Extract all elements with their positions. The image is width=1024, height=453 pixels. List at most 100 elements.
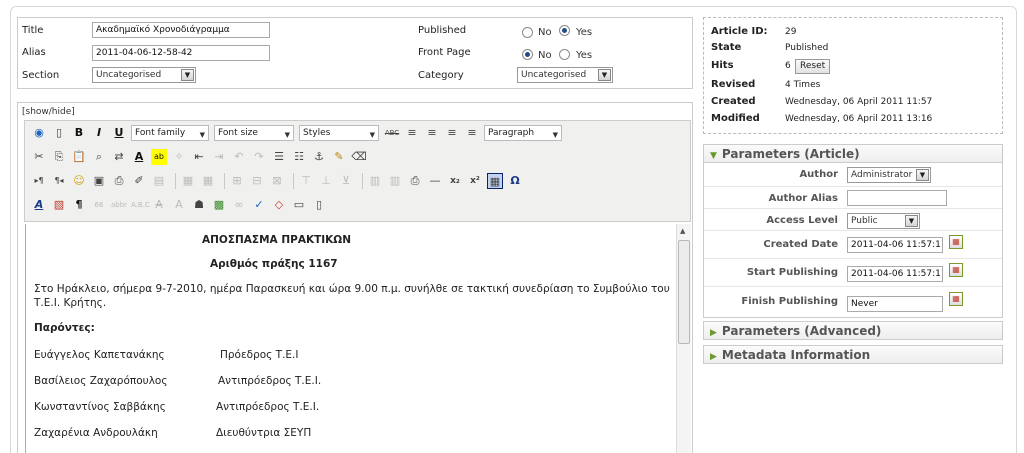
acronym-icon[interactable]: A.B.C bbox=[131, 197, 150, 213]
article-edit-page: Title Ακαδημαϊκό Χρονοδιάγραμμα Alias 20… bbox=[0, 0, 1024, 453]
underline-icon[interactable]: U bbox=[111, 125, 127, 141]
numbered-list-icon[interactable]: ☰ bbox=[271, 149, 287, 165]
anchor-icon[interactable]: ⚓ bbox=[311, 149, 327, 165]
section-label: Section bbox=[22, 70, 60, 81]
section-select[interactable]: Uncategorised ▼ bbox=[92, 67, 196, 83]
strikethrough-icon[interactable]: ABC bbox=[384, 125, 400, 141]
layer-icon[interactable]: ▥ bbox=[367, 173, 383, 189]
font-size-select[interactable]: Font size ▼ bbox=[214, 125, 294, 141]
abbr-icon[interactable]: abbr bbox=[111, 197, 127, 213]
finish-publishing-input[interactable]: Never bbox=[847, 296, 943, 312]
table-icon[interactable]: ▦ bbox=[180, 173, 196, 189]
template-icon[interactable]: ▩ bbox=[211, 197, 227, 213]
created-date-input[interactable]: 2011-04-06 11:57:11 bbox=[847, 237, 943, 253]
alias-input[interactable]: 2011-04-06-12-58-42 bbox=[92, 45, 270, 61]
cleanup-brush-icon[interactable]: ✎ bbox=[331, 149, 347, 165]
layer-props-icon[interactable]: ▥ bbox=[387, 173, 403, 189]
help-icon[interactable]: ◉ bbox=[31, 125, 47, 141]
indent-icon[interactable]: ⇥ bbox=[211, 149, 227, 165]
attributes-icon[interactable]: ☗ bbox=[191, 197, 207, 213]
scrollbar-thumb[interactable] bbox=[678, 240, 690, 344]
special-char-icon[interactable]: Ω bbox=[507, 173, 523, 189]
align-left-icon[interactable]: ≡ bbox=[404, 125, 420, 141]
italic-icon[interactable]: I bbox=[91, 125, 107, 141]
emoticons-icon[interactable]: ☺ bbox=[71, 173, 87, 189]
replace-icon[interactable]: ⇄ bbox=[111, 149, 127, 165]
metadata-information-header[interactable]: ▶ Metadata Information bbox=[703, 345, 1003, 364]
superscript-icon[interactable]: x² bbox=[467, 173, 483, 189]
insert-row-icon[interactable]: ⊤ bbox=[298, 173, 314, 189]
outdent-icon[interactable]: ⇤ bbox=[191, 149, 207, 165]
quote-icon[interactable]: 66 bbox=[91, 197, 107, 213]
parameters-advanced-header[interactable]: ▶ Parameters (Advanced) bbox=[703, 321, 1003, 340]
calendar-icon[interactable]: ▦ bbox=[949, 235, 963, 249]
media-icon[interactable]: ▣ bbox=[91, 173, 107, 189]
show-hide-toggle[interactable]: [show/hide] bbox=[22, 107, 75, 117]
bold-icon[interactable]: B bbox=[71, 125, 87, 141]
align-justify-icon[interactable]: ≡ bbox=[464, 125, 480, 141]
show-blocks-icon[interactable]: ¶ bbox=[71, 197, 87, 213]
scroll-up-icon[interactable]: ▲ bbox=[680, 227, 685, 235]
author-select[interactable]: Administrator ▼ bbox=[847, 167, 931, 183]
reset-hits-button[interactable]: Reset bbox=[795, 59, 831, 74]
insert-image-icon[interactable]: ▤ bbox=[151, 173, 167, 189]
frontpage-no-radio[interactable] bbox=[522, 49, 533, 60]
spellcheck-icon[interactable]: ✓ bbox=[251, 197, 267, 213]
table-cell-icon[interactable]: ⊞ bbox=[229, 173, 245, 189]
cite-icon[interactable]: ▧ bbox=[51, 197, 67, 213]
font-family-select[interactable]: Font family ▼ bbox=[131, 125, 209, 141]
table-row-icon[interactable]: ▦ bbox=[200, 173, 216, 189]
paragraph-format-select[interactable]: Paragraph ▼ bbox=[484, 125, 562, 141]
toolbar-row-4: A ▧ ¶ 66 abbr A.B.C A A ☗ ▩ ∞ ✓ ◇ ▭ ▯ bbox=[31, 195, 331, 215]
pagebreak-icon[interactable]: ▯ bbox=[311, 197, 327, 213]
html-source-icon[interactable]: ◇ bbox=[271, 197, 287, 213]
access-level-select[interactable]: Public ▼ bbox=[847, 213, 920, 229]
ltr-icon[interactable]: ▸¶ bbox=[31, 173, 47, 189]
frontpage-yes-radio[interactable] bbox=[559, 49, 570, 60]
redo-icon[interactable]: ↷ bbox=[251, 149, 267, 165]
bullet-list-icon[interactable]: ☷ bbox=[291, 149, 307, 165]
ins-icon[interactable]: A bbox=[171, 197, 187, 213]
copy-icon[interactable]: ⎘ bbox=[51, 149, 67, 165]
published-no-radio[interactable] bbox=[522, 27, 533, 38]
cut-icon[interactable]: ✂ bbox=[31, 149, 47, 165]
title-input[interactable]: Ακαδημαϊκό Χρονοδιάγραμμα bbox=[92, 22, 270, 38]
undo-icon[interactable]: ↶ bbox=[231, 149, 247, 165]
styles-select[interactable]: Styles ▼ bbox=[299, 125, 379, 141]
del-icon[interactable]: A bbox=[151, 197, 167, 213]
category-select[interactable]: Uncategorised ▼ bbox=[517, 67, 613, 83]
find-icon[interactable]: ⌕ bbox=[91, 149, 107, 165]
insert-column-icon[interactable]: ⊥ bbox=[318, 173, 334, 189]
horizontal-rule-icon[interactable]: — bbox=[427, 173, 443, 189]
editor-content-area[interactable]: ΑΠΟΣΠΑΣΜΑ ΠΡΑΚΤΙΚΩΝ Αριθμός πράξης 1167 … bbox=[25, 224, 676, 453]
table-split-icon[interactable]: ⊠ bbox=[269, 173, 285, 189]
published-yes-radio[interactable] bbox=[559, 25, 570, 36]
clean-up-icon[interactable]: ✧ bbox=[171, 149, 187, 165]
editor-scrollbar[interactable]: ▲ bbox=[676, 224, 691, 453]
new-document-icon[interactable]: ▯ bbox=[51, 125, 67, 141]
start-publishing-input[interactable]: 2011-04-06 11:57:11 bbox=[847, 266, 943, 282]
author-alias-input[interactable] bbox=[847, 190, 947, 206]
published-no-label: No bbox=[538, 27, 552, 38]
preview-icon[interactable]: ⎙ bbox=[111, 173, 127, 189]
calendar-icon[interactable]: ▦ bbox=[949, 292, 963, 306]
delete-column-icon[interactable]: ⊻ bbox=[338, 173, 354, 189]
style-props-icon[interactable]: A bbox=[31, 197, 47, 213]
print-icon[interactable]: ⎙ bbox=[407, 173, 423, 189]
table-merge-icon[interactable]: ⊟ bbox=[249, 173, 265, 189]
align-center-icon[interactable]: ≡ bbox=[424, 125, 440, 141]
parameters-article-header[interactable]: ▼ Parameters (Article) bbox=[703, 144, 1003, 163]
rtl-icon[interactable]: ¶◂ bbox=[51, 173, 67, 189]
eraser-icon[interactable]: ⌫ bbox=[351, 149, 367, 165]
parameters-article-body: Author Administrator ▼ Author Alias Acces… bbox=[703, 163, 1003, 318]
paste-icon[interactable]: 📋 bbox=[71, 149, 87, 165]
fullscreen-icon[interactable]: ▭ bbox=[291, 197, 307, 213]
highlight-color-icon[interactable]: ab bbox=[151, 149, 167, 165]
text-color-icon[interactable]: A bbox=[131, 149, 147, 165]
align-right-icon[interactable]: ≡ bbox=[444, 125, 460, 141]
visual-aid-icon[interactable]: ▦ bbox=[487, 173, 503, 189]
calendar-icon[interactable]: ▦ bbox=[949, 263, 963, 277]
edit-image-icon[interactable]: ✐ bbox=[131, 173, 147, 189]
non-breaking-icon[interactable]: ∞ bbox=[231, 197, 247, 213]
subscript-icon[interactable]: x₂ bbox=[447, 173, 463, 189]
